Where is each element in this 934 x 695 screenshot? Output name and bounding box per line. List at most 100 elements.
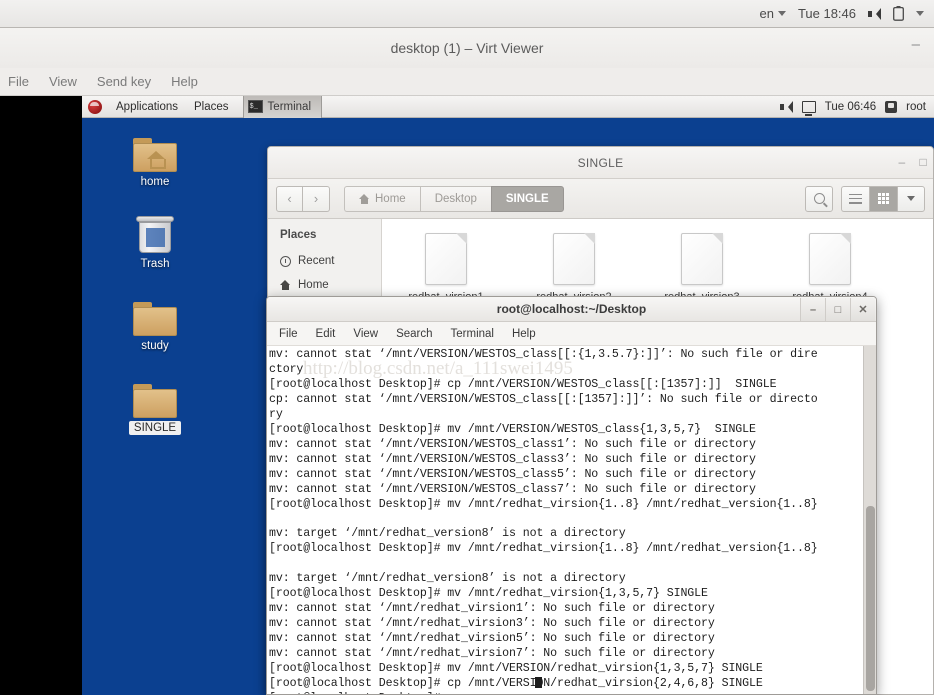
file-manager-title-bar: SINGLE – □ — [268, 147, 933, 179]
desktop-icon-label: study — [141, 340, 169, 352]
document-icon — [809, 233, 851, 285]
desktop-icon-trash[interactable]: Trash — [100, 210, 210, 272]
breadcrumb-home[interactable]: Home — [344, 185, 420, 212]
chevron-down-icon — [907, 196, 915, 201]
menu-send-key[interactable]: Send key — [97, 74, 151, 89]
folder-home-icon — [100, 128, 210, 172]
terminal-window: root@localhost:~/Desktop – □ ✕ File Edit… — [266, 296, 877, 695]
host-battery-icon[interactable] — [893, 6, 904, 21]
minimize-button[interactable]: – — [800, 298, 825, 321]
breadcrumb: Home Desktop SINGLE — [344, 185, 564, 212]
close-button[interactable]: ✕ — [850, 298, 875, 321]
file-item[interactable]: redhat_virsion3 — [638, 233, 766, 303]
places-menu[interactable]: Places — [186, 96, 237, 118]
file-manager-window-buttons: – □ — [898, 155, 927, 169]
sidebar-item-home[interactable]: Home — [268, 273, 381, 297]
forward-button[interactable]: › — [303, 185, 330, 212]
desktop-icon-single[interactable]: SINGLE — [100, 374, 210, 436]
list-view-button[interactable] — [841, 185, 869, 212]
terminal-output: mv: cannot stat ‘/mnt/VERSION/WESTOS_cla… — [269, 348, 818, 694]
terminal-menu-terminal[interactable]: Terminal — [451, 328, 494, 340]
terminal-menu-file[interactable]: File — [279, 328, 298, 340]
terminal-menu-search[interactable]: Search — [396, 328, 432, 340]
terminal-menu-bar: File Edit View Search Terminal Help — [267, 322, 876, 346]
maximize-button[interactable]: □ — [825, 298, 850, 321]
breadcrumb-single[interactable]: SINGLE — [490, 185, 564, 212]
grid-view-button[interactable] — [869, 185, 897, 212]
grid-view-icon — [878, 193, 889, 204]
search-icon — [813, 193, 825, 204]
virt-viewer-minimize-button[interactable]: – — [912, 37, 920, 52]
sidebar-item-label: Home — [298, 279, 329, 291]
virt-viewer-title-bar: desktop (1) – Virt Viewer — [0, 28, 934, 68]
file-item[interactable]: redhat_virsion1 — [382, 233, 510, 303]
desktop-icon-study[interactable]: study — [100, 292, 210, 354]
trash-icon — [100, 210, 210, 254]
battery-icon — [893, 6, 904, 21]
maximize-button[interactable]: □ — [919, 155, 927, 169]
terminal-menu-edit[interactable]: Edit — [316, 328, 336, 340]
speaker-icon[interactable] — [779, 100, 793, 113]
host-volume-icon[interactable] — [868, 7, 881, 20]
terminal-icon: $_ — [247, 100, 263, 113]
back-button[interactable]: ‹ — [276, 185, 303, 212]
applications-menu[interactable]: Applications — [108, 96, 186, 118]
screen-root: en Tue 18:46 desktop (1) – Virt Viewer –… — [0, 0, 934, 695]
view-mode-group — [841, 185, 925, 212]
panel-user-label[interactable]: root — [906, 101, 926, 113]
sidebar-heading: Places — [280, 229, 317, 241]
sidebar-item-recent[interactable]: Recent — [268, 249, 381, 273]
keyboard-layout-label: en — [759, 6, 774, 21]
terminal-window-buttons: – □ ✕ — [800, 297, 876, 322]
desktop-icon-label: home — [140, 176, 170, 188]
host-top-bar: en Tue 18:46 — [0, 0, 934, 28]
sidebar-item-label: Recent — [298, 255, 335, 267]
chevron-down-icon — [777, 11, 786, 16]
clock-icon — [280, 255, 291, 267]
file-manager-title: SINGLE — [577, 155, 624, 170]
desktop-icon-home[interactable]: home — [100, 128, 210, 190]
terminal-title-bar: root@localhost:~/Desktop – □ ✕ — [267, 297, 876, 322]
desktop-icon-label: SINGLE — [128, 421, 182, 435]
options-menu-button[interactable] — [897, 185, 925, 212]
host-clock[interactable]: Tue 18:46 — [798, 6, 856, 21]
minimize-button[interactable]: – — [898, 155, 905, 169]
taskbar-item-label: Terminal — [267, 100, 312, 113]
file-item[interactable]: redhat_virsion2 — [510, 233, 638, 303]
menu-help[interactable]: Help — [171, 74, 198, 89]
terminal-scrollbar[interactable] — [863, 346, 876, 694]
file-manager-toolbar: ‹ › Home Desktop SINGLE — [268, 179, 933, 219]
breadcrumb-label: SINGLE — [505, 192, 549, 205]
file-row: redhat_virsion1 redhat_virsion2 redhat_v… — [382, 233, 933, 303]
breadcrumb-label: Desktop — [434, 192, 477, 205]
search-button[interactable] — [805, 185, 833, 212]
panel-clock[interactable]: Tue 06:46 — [825, 101, 876, 113]
terminal-title: root@localhost:~/Desktop — [496, 302, 647, 316]
terminal-screen[interactable]: http://blog.csdn.net/a_111swei1495 mv: c… — [267, 346, 876, 694]
panel-status-area: Tue 06:46 root — [779, 100, 934, 116]
host-system-menu-button[interactable] — [916, 11, 924, 16]
desktop-icon-label: Trash — [140, 258, 170, 270]
keyboard-layout-indicator[interactable]: en — [759, 6, 786, 21]
home-icon — [359, 193, 370, 204]
terminal-menu-view[interactable]: View — [353, 328, 378, 340]
file-item[interactable]: redhat_virsion4 — [766, 233, 894, 303]
chevron-down-icon — [916, 11, 924, 16]
navigation-buttons: ‹ › — [276, 185, 330, 212]
network-icon[interactable] — [801, 100, 816, 116]
terminal-menu-help[interactable]: Help — [512, 328, 536, 340]
speaker-icon — [868, 7, 881, 20]
document-icon — [425, 233, 467, 285]
menu-file[interactable]: File — [8, 74, 29, 89]
virt-viewer-menu-bar: File View Send key Help — [0, 68, 934, 96]
host-clock-label: Tue 18:46 — [797, 6, 856, 21]
taskbar-item-terminal[interactable]: $_ Terminal — [242, 96, 323, 118]
user-icon — [885, 100, 898, 113]
menu-view[interactable]: View — [49, 74, 77, 89]
scrollbar-thumb[interactable] — [866, 506, 875, 691]
list-view-icon — [849, 193, 862, 204]
gnome-top-panel: Applications Places $_ Terminal Tue 06:4… — [82, 96, 934, 118]
breadcrumb-desktop[interactable]: Desktop — [419, 185, 491, 212]
redhat-logo-icon[interactable] — [88, 99, 102, 114]
document-icon — [553, 233, 595, 285]
